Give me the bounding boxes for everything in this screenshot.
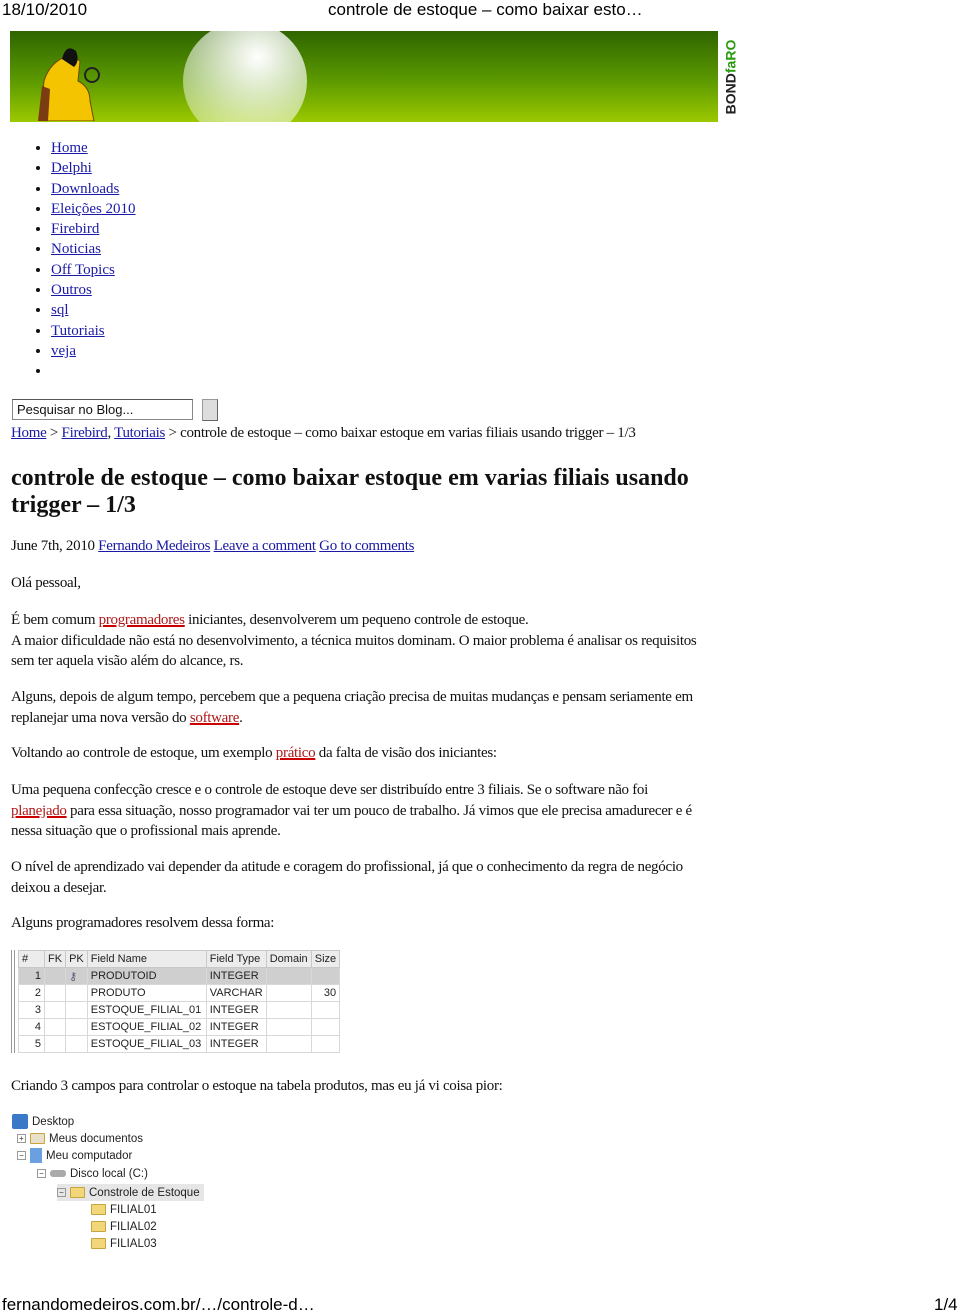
go-to-comments-link[interactable]: Go to comments xyxy=(319,538,414,554)
table-row: 3 ESTOQUE_FILIAL_01 INTEGER xyxy=(18,1001,341,1019)
link-programadores[interactable]: programadores xyxy=(99,612,185,628)
paragraph-3: Voltando ao controle de estoque, um exem… xyxy=(11,745,497,761)
link-planejado[interactable]: planejado xyxy=(11,803,67,819)
print-date: 18/10/2010 xyxy=(2,0,88,19)
paragraph-4: Uma pequena confecção cresce e o control… xyxy=(11,782,692,839)
collapse-icon: − xyxy=(37,1169,46,1178)
computer-icon xyxy=(30,1148,42,1163)
bubble-graphic xyxy=(183,31,307,122)
paragraph-2: Alguns, depois de algum tempo, percebem … xyxy=(11,689,693,726)
nav-item-downloads[interactable]: Downloads xyxy=(51,179,136,199)
folder-icon xyxy=(70,1187,85,1198)
author-link[interactable]: Fernando Medeiros xyxy=(98,538,210,554)
link-pratico[interactable]: prático xyxy=(276,745,316,761)
nav-item-outros[interactable]: Outros xyxy=(51,280,136,300)
nav-item-firebird[interactable]: Firebird xyxy=(51,219,136,239)
expand-icon: + xyxy=(17,1134,26,1143)
documents-icon xyxy=(30,1133,45,1144)
print-page-number: 1/4 xyxy=(934,1295,958,1314)
table-header-row: # FK PK Field Name Field Type Domain Size xyxy=(18,950,341,968)
fields-table: # FK PK Field Name Field Type Domain Size 1 ⚷ PR… xyxy=(18,950,341,1053)
nav-item-eleicoes[interactable]: Eleições 2010 xyxy=(51,199,136,219)
paragraph-7: Criando 3 campos para controlar o estoqu… xyxy=(11,1078,503,1094)
table-row: 5 ESTOQUE_FILIAL_03 INTEGER xyxy=(18,1035,341,1053)
paragraph-intro: É bem comum programadores iniciantes, de… xyxy=(11,612,697,669)
dog-mascot-icon xyxy=(38,48,100,121)
nav-item-delphi[interactable]: Delphi xyxy=(51,158,136,178)
folder-icon xyxy=(91,1204,106,1215)
link-software[interactable]: software xyxy=(190,710,240,726)
desktop-icon xyxy=(12,1114,28,1129)
nav-item-noticias[interactable]: Noticias xyxy=(51,239,136,259)
collapse-icon: − xyxy=(57,1188,66,1197)
paragraph-6: Alguns programadores resolvem dessa form… xyxy=(11,915,275,931)
nav-item-sql[interactable]: sql xyxy=(51,300,136,320)
print-url: fernandomedeiros.com.br/…/controle-d… xyxy=(2,1295,315,1314)
primary-key-icon: ⚷ xyxy=(65,967,88,985)
folder-tree-screenshot: Desktop + Meus documentos − Meu computador… xyxy=(12,1112,212,1257)
paragraph-5: O nível de aprendizado vai depender da a… xyxy=(11,859,683,896)
nav-item-veja[interactable]: veja xyxy=(51,341,136,361)
post-date: June 7th, 2010 xyxy=(11,538,99,554)
site-banner[interactable] xyxy=(10,31,718,122)
folder-icon xyxy=(91,1221,106,1232)
nav-item-empty xyxy=(51,361,136,381)
collapse-icon: − xyxy=(17,1151,26,1160)
leave-comment-link[interactable]: Leave a comment xyxy=(214,538,316,554)
drive-icon xyxy=(50,1170,66,1177)
folder-icon xyxy=(91,1238,106,1249)
nav-item-tutoriais[interactable]: Tutoriais xyxy=(51,321,136,341)
table-screenshot: # FK PK Field Name Field Type Domain Size 1 ⚷ PR… xyxy=(11,950,341,1053)
post-title: controle de estoque – como baixar estoqu… xyxy=(11,465,689,518)
print-title: controle de estoque – como baixar esto… xyxy=(328,0,643,19)
search-button[interactable] xyxy=(202,399,218,421)
nav-menu: Home Delphi Downloads Eleições 2010 Fire… xyxy=(51,138,136,382)
paragraph-greeting: Olá pessoal, xyxy=(11,575,81,591)
nav-item-home[interactable]: Home xyxy=(51,138,136,158)
bondfaro-logo[interactable]: BONDfaRO xyxy=(718,31,742,122)
nav-item-off-topics[interactable]: Off Topics xyxy=(51,260,136,280)
table-row: 4 ESTOQUE_FILIAL_02 INTEGER xyxy=(18,1018,341,1036)
search-input[interactable]: Pesquisar no Blog... xyxy=(12,399,193,420)
breadcrumb-home[interactable]: Home xyxy=(11,425,47,441)
table-row: 1 ⚷ PRODUTOID INTEGER xyxy=(18,967,341,985)
breadcrumb-firebird[interactable]: Firebird xyxy=(62,425,108,441)
post-meta: June 7th, 2010 Fernando Medeiros Leave a… xyxy=(11,536,414,557)
breadcrumb-current: > controle de estoque – como baixar esto… xyxy=(165,425,636,441)
breadcrumb: Home > Firebird, Tutoriais > controle de… xyxy=(11,425,636,441)
breadcrumb-tutoriais[interactable]: Tutoriais xyxy=(114,425,165,441)
table-row: 2 PRODUTO VARCHAR 30 xyxy=(18,984,341,1002)
